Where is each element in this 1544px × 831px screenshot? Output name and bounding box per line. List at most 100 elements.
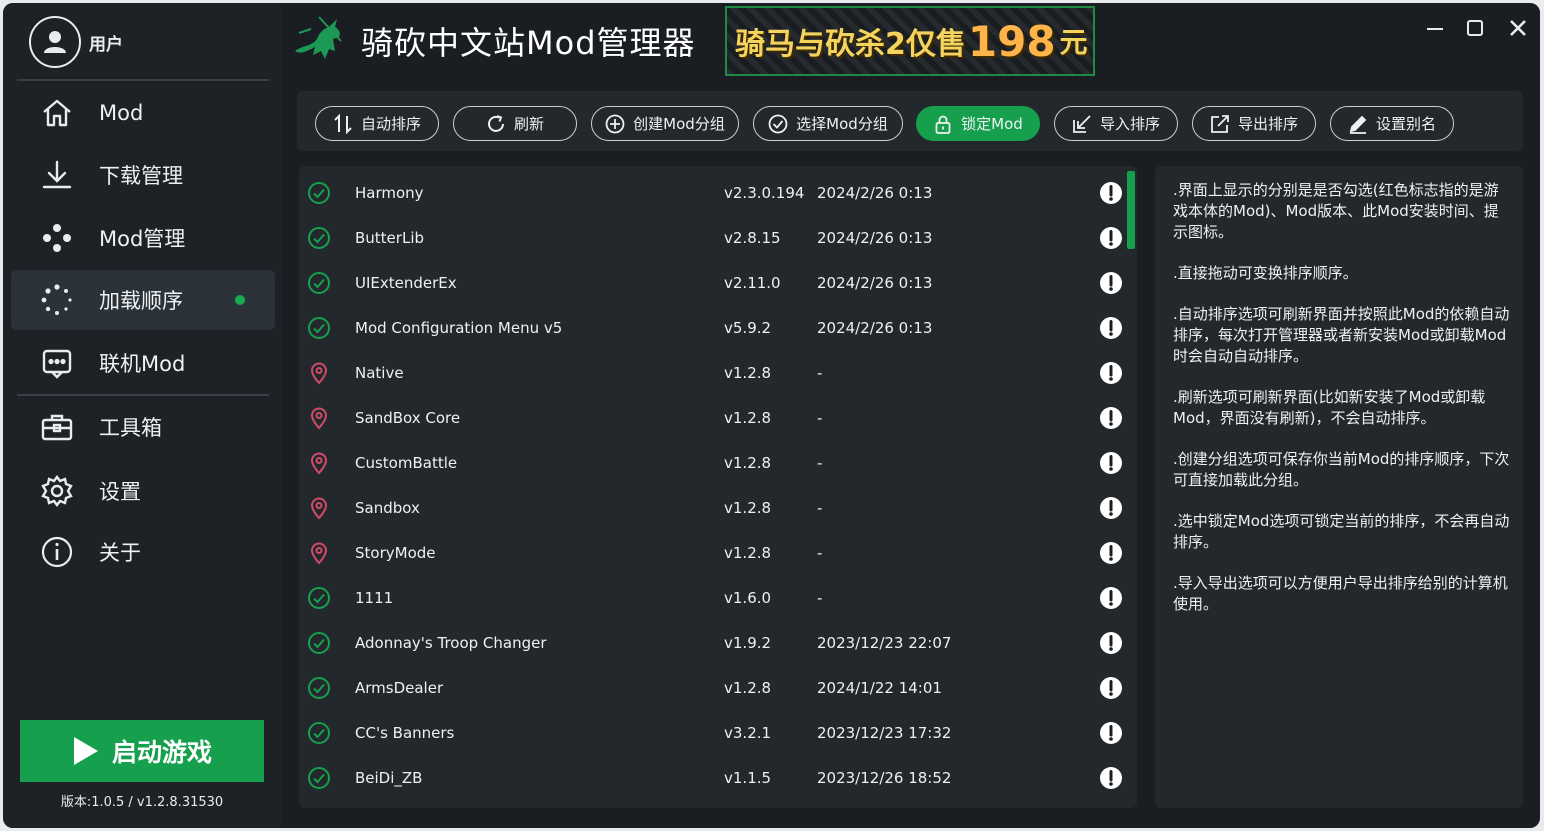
mod-info-button[interactable] [1099, 676, 1123, 700]
launch-label: 启动游戏 [111, 738, 212, 767]
lock-mod-button[interactable]: 锁定Mod [916, 106, 1040, 141]
toolbox-icon [41, 414, 73, 441]
export-icon [1211, 114, 1229, 133]
mod-status-toggle[interactable] [307, 676, 331, 700]
mod-status-toggle[interactable] [307, 181, 331, 205]
mod-list[interactable]: Harmony v2.3.0.194 2024/2/26 0:13 ButterLib… [299, 166, 1137, 808]
avatar[interactable] [29, 16, 81, 68]
minimize-button[interactable] [1418, 11, 1452, 45]
check-icon [308, 631, 330, 654]
mod-status-toggle[interactable] [307, 226, 331, 250]
mod-info-button[interactable] [1099, 181, 1123, 205]
button-label: 导入排序 [1099, 115, 1160, 133]
scrollbar[interactable] [1127, 171, 1135, 803]
mod-status-toggle[interactable] [307, 721, 331, 745]
mod-status-toggle[interactable] [307, 496, 331, 520]
mod-row[interactable]: 1111 v1.6.0 - [299, 575, 1125, 620]
mod-row[interactable]: UIExtenderEx v2.11.0 2024/2/26 0:13 [299, 260, 1125, 305]
mod-info-button[interactable] [1099, 361, 1123, 385]
button-label: 自动排序 [360, 115, 421, 133]
create-group-button[interactable]: 创建Mod分组 [591, 106, 739, 141]
set-alias-button[interactable]: 设置别名 [1330, 106, 1454, 141]
pen-icon [1349, 115, 1367, 134]
mod-install-date: - [817, 588, 823, 607]
mod-row[interactable]: ArmsDealer v1.2.8 2024/1/22 14:01 [299, 665, 1125, 710]
maximize-button[interactable] [1458, 11, 1492, 45]
mod-status-toggle[interactable] [307, 586, 331, 610]
maximize-icon [1467, 20, 1483, 36]
mod-info-button[interactable] [1099, 271, 1123, 295]
nav-item-settings[interactable]: 设置 [11, 461, 275, 521]
launch-game-button[interactable]: 启动游戏 [20, 720, 264, 782]
mod-status-toggle[interactable] [307, 631, 331, 655]
mod-info-button[interactable] [1099, 496, 1123, 520]
import-order-button[interactable]: 导入排序 [1054, 106, 1178, 141]
scrollbar-thumb[interactable] [1127, 171, 1135, 249]
mod-status-toggle[interactable] [307, 406, 331, 430]
mod-row[interactable]: CC's Banners v3.2.1 2023/12/23 17:32 [299, 710, 1125, 755]
user-name: 用户 [89, 34, 123, 55]
mod-row[interactable]: Sandbox v1.2.8 - [299, 485, 1125, 530]
warning-icon [1100, 541, 1122, 564]
warning-icon [1100, 586, 1122, 609]
warning-icon [1100, 496, 1122, 519]
select-group-button[interactable]: 选择Mod分组 [753, 106, 903, 141]
knight-logo-icon [295, 16, 342, 59]
mod-status-toggle[interactable] [307, 316, 331, 340]
nav-item-about[interactable]: 关于 [11, 522, 275, 582]
mod-info-button[interactable] [1099, 451, 1123, 475]
mod-status-toggle[interactable] [307, 361, 331, 385]
mod-info-button[interactable] [1099, 541, 1123, 565]
mod-info-button[interactable] [1099, 406, 1123, 430]
mod-row[interactable]: Harmony v2.3.0.194 2024/2/26 0:13 [299, 170, 1125, 215]
warning-icon [1100, 271, 1122, 294]
mod-info-button[interactable] [1099, 226, 1123, 250]
close-button[interactable] [1501, 11, 1535, 45]
mod-row[interactable]: SandBox Core v1.2.8 - [299, 395, 1125, 440]
mod-version: v1.2.8 [724, 543, 772, 562]
mod-row[interactable]: StoryMode v1.2.8 - [299, 530, 1125, 575]
app-title: 骑砍中文站Mod管理器 [361, 24, 696, 62]
nav-item-load-order[interactable]: 加载顺序 [11, 270, 275, 330]
sidebar: 用户 Mod 下载管理 Mod管理 加载顺序 联机Mod 工具箱 设置 关于 启… [3, 3, 281, 828]
mod-info-button[interactable] [1099, 586, 1123, 610]
location-pin-icon [310, 497, 328, 519]
mod-name: BeiDi_ZB [355, 768, 423, 787]
nav-item-multiplayer[interactable]: 联机Mod [11, 333, 275, 393]
nav-item-toolbox[interactable]: 工具箱 [11, 397, 275, 457]
nav-item-download[interactable]: 下载管理 [11, 145, 275, 205]
mod-row[interactable]: Native v1.2.8 - [299, 350, 1125, 395]
mod-row[interactable]: Mod Configuration Menu v5 v5.9.2 2024/2/26… [299, 305, 1125, 350]
mod-status-toggle[interactable] [307, 451, 331, 475]
refresh-button[interactable]: 刷新 [453, 106, 577, 141]
mod-info-button[interactable] [1099, 631, 1123, 655]
promo-banner[interactable]: 骑马与砍杀2仅售 198 元 [725, 6, 1095, 76]
mod-row[interactable]: Adonnay's Troop Changer v1.9.2 2023/12/23 … [299, 620, 1125, 665]
mod-install-date: 2024/2/26 0:13 [817, 228, 933, 247]
mod-info-button[interactable] [1099, 721, 1123, 745]
check-icon [308, 586, 330, 609]
button-label: 刷新 [513, 115, 544, 133]
mod-status-toggle[interactable] [307, 541, 331, 565]
add-circle-icon [605, 114, 625, 133]
auto-sort-button[interactable]: 自动排序 [315, 106, 439, 141]
mod-version: v2.8.15 [724, 228, 781, 247]
mod-info-button[interactable] [1099, 766, 1123, 790]
mod-status-toggle[interactable] [307, 766, 331, 790]
mod-row[interactable]: ButterLib v2.8.15 2024/2/26 0:13 [299, 215, 1125, 260]
mod-name: Harmony [355, 183, 424, 202]
mod-row[interactable]: CustomBattle v1.2.8 - [299, 440, 1125, 485]
dots-icon [43, 224, 71, 252]
export-order-button[interactable]: 导出排序 [1192, 106, 1316, 141]
mod-version: v5.9.2 [724, 318, 772, 337]
nav-label: 联机Mod [99, 352, 186, 376]
mod-status-toggle[interactable] [307, 271, 331, 295]
help-text: .创建分组选项可保存你当前Mod的排序顺序，下次可直接加载此分组。 [1173, 450, 1510, 489]
user-profile[interactable]: 用户 [29, 13, 123, 71]
warning-icon [1100, 181, 1122, 204]
nav-label: 加载顺序 [99, 289, 183, 313]
mod-info-button[interactable] [1099, 316, 1123, 340]
nav-item-mod[interactable]: Mod [11, 83, 275, 143]
nav-item-mod-manage[interactable]: Mod管理 [11, 208, 275, 268]
mod-row[interactable]: BeiDi_ZB v1.1.5 2023/12/26 18:52 [299, 755, 1125, 800]
